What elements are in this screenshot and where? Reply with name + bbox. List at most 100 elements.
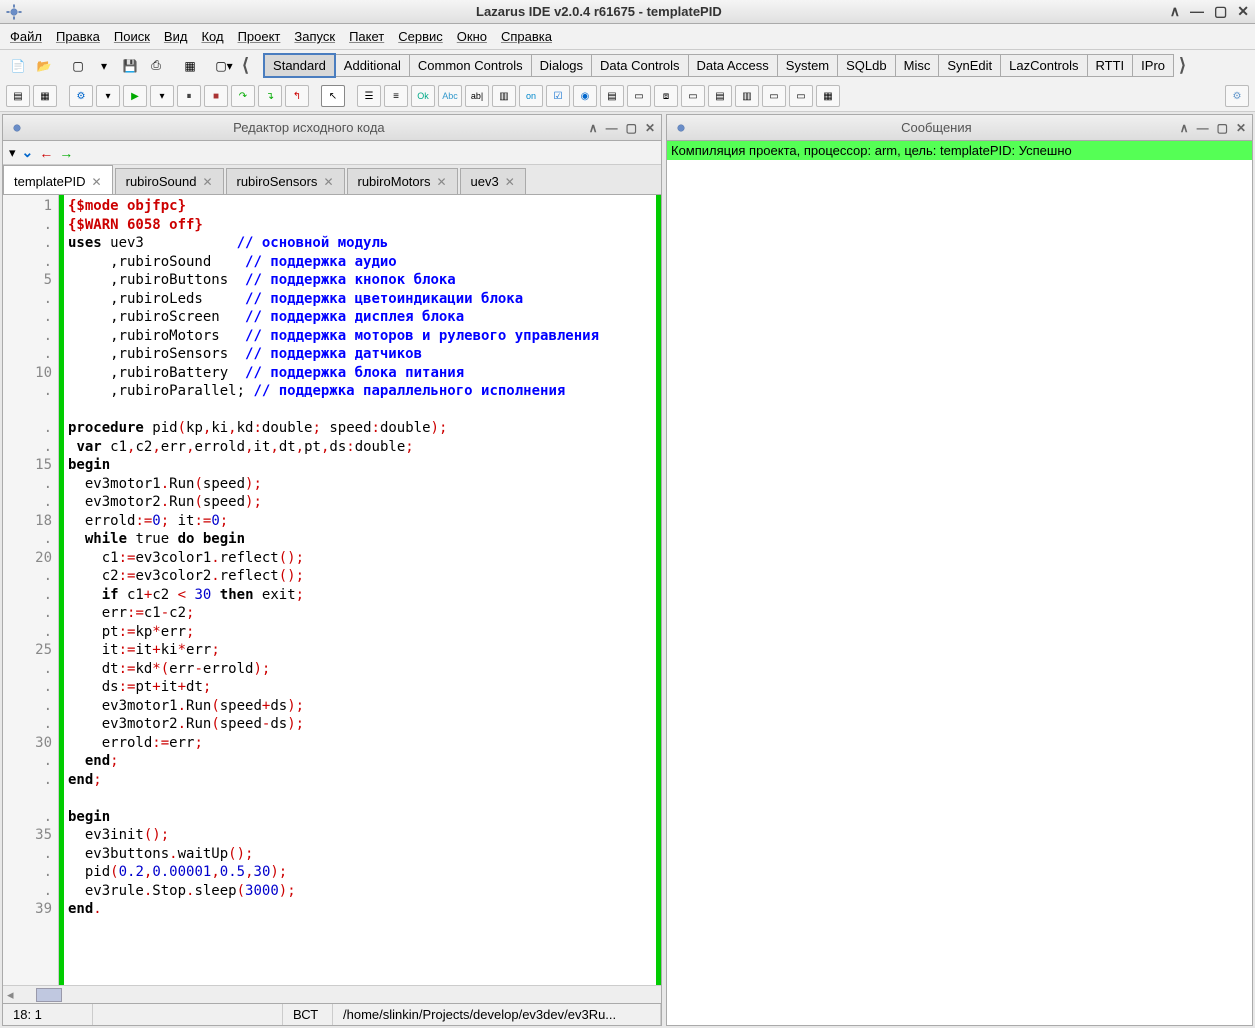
comp-checkbox[interactable]: ☑ [546,85,570,107]
menu-service[interactable]: Сервис [398,29,443,44]
ptab-rtti[interactable]: RTTI [1087,54,1134,77]
new-unit-button[interactable]: 📄 [6,55,30,77]
run-settings-icon[interactable]: ⚙ [69,85,93,107]
step-out-button[interactable]: ↰ [285,85,309,107]
comp-togglebox[interactable]: on [519,85,543,107]
ptab-dialogs[interactable]: Dialogs [531,54,592,77]
editor-maximize-icon[interactable]: ▢ [626,121,637,135]
comp-scrollbar[interactable]: ⧈ [654,85,678,107]
menu-window[interactable]: Окно [457,29,487,44]
run-drop-icon[interactable]: ▾ [96,85,120,107]
comp-label[interactable]: Abc [438,85,462,107]
view-units-icon[interactable]: ▤ [6,85,30,107]
ptab-dataaccess[interactable]: Data Access [688,54,778,77]
editor-minimize-icon[interactable]: — [606,121,618,135]
messages-close-icon[interactable]: ✕ [1236,121,1246,135]
nav-forward-button[interactable]: → [59,145,73,161]
tab-close-icon[interactable]: ✕ [505,175,515,189]
menu-file[interactable]: Файл [10,29,42,44]
code-text[interactable]: {$mode objfpc} {$WARN 6058 off} uses uev… [64,195,656,985]
ptab-system[interactable]: System [777,54,838,77]
nav-expand-icon[interactable]: ⌄ [22,144,34,161]
ptab-additional[interactable]: Additional [335,54,410,77]
comp-listbox[interactable]: ▤ [600,85,624,107]
menu-code[interactable]: Код [201,29,223,44]
open-drop-button[interactable]: ▾ [92,55,116,77]
palette-options-icon[interactable]: ⚙ [1225,85,1249,107]
messages-body[interactable]: Компиляция проекта, процессор: arm, цель… [667,141,1252,1025]
ptab-misc[interactable]: Misc [895,54,940,77]
run-button[interactable]: ▶ [123,85,147,107]
comp-radiobutton[interactable]: ◉ [573,85,597,107]
comp-checkgroup[interactable]: ▥ [735,85,759,107]
editor-close-icon[interactable]: ✕ [645,121,655,135]
messages-maximize-icon[interactable]: ▢ [1217,121,1228,135]
pause-button[interactable]: ⏸ [177,85,201,107]
code-area[interactable]: 1...5....10...15..18.20....25....30...35… [3,195,661,985]
ptab-synedit[interactable]: SynEdit [938,54,1001,77]
messages-minimize-icon[interactable]: — [1197,121,1209,135]
menu-view[interactable]: Вид [164,29,188,44]
editor-panel-icon [9,120,25,136]
save-button[interactable]: 💾 [118,55,142,77]
source-editor-panel: Редактор исходного кода ∧ — ▢ ✕ ▾ ⌄ ← → … [2,114,662,1026]
ptab-sqldb[interactable]: SQLdb [837,54,895,77]
comp-memo[interactable]: ▥ [492,85,516,107]
scroll-thumb[interactable] [36,988,62,1002]
editor-hscrollbar[interactable]: ◂ [3,985,661,1003]
tab-close-icon[interactable]: ✕ [323,175,333,189]
nav-menu-icon[interactable]: ▾ [9,145,16,161]
tab-rubiromotors[interactable]: rubiroMotors✕ [347,168,458,194]
tab-rubirosound[interactable]: rubiroSound✕ [115,168,224,194]
ptab-common[interactable]: Common Controls [409,54,532,77]
stop-button[interactable]: ■ [204,85,228,107]
ptab-datacontrols[interactable]: Data Controls [591,54,688,77]
scroll-left-icon[interactable]: ◂ [3,987,18,1003]
comp-frame[interactable]: ▭ [789,85,813,107]
minimize-button[interactable]: — [1190,3,1204,20]
ptab-standard[interactable]: Standard [263,53,336,78]
tab-rubirosensors[interactable]: rubiroSensors✕ [226,168,345,194]
comp-mainmenu[interactable]: ☰ [357,85,381,107]
comp-popupmenu[interactable]: ≡ [384,85,408,107]
menu-project[interactable]: Проект [238,29,281,44]
ptab-ipro[interactable]: IPro [1132,54,1174,77]
switch-form-button[interactable]: ▦ [178,55,202,77]
step-over-button[interactable]: ↷ [231,85,255,107]
tab-close-icon[interactable]: ✕ [436,175,446,189]
open-button[interactable]: 📂 [32,55,56,77]
menu-help[interactable]: Справка [501,29,552,44]
message-line[interactable]: Компиляция проекта, процессор: arm, цель… [667,141,1252,160]
comp-actionlist[interactable]: ▦ [816,85,840,107]
maximize-button[interactable]: ▢ [1214,3,1227,20]
new-form-button[interactable]: ▢ [66,55,90,77]
minimize-arrow-icon[interactable]: ∧ [1170,3,1180,20]
saveall-button[interactable]: ⎙ [144,55,168,77]
selection-tool[interactable]: ↖ [321,85,345,107]
menu-search[interactable]: Поиск [114,29,150,44]
view-forms-icon[interactable]: ▦ [33,85,57,107]
view-units-button[interactable]: ▢▾ [212,55,236,77]
comp-combobox[interactable]: ▭ [627,85,651,107]
tab-uev3[interactable]: uev3✕ [460,168,526,194]
comp-button[interactable]: Ok [411,85,435,107]
tab-close-icon[interactable]: ✕ [92,175,102,189]
tab-close-icon[interactable]: ✕ [202,175,212,189]
menu-package[interactable]: Пакет [349,29,384,44]
menu-edit[interactable]: Правка [56,29,100,44]
nav-back-button[interactable]: ← [39,145,53,161]
ptab-lazcontrols[interactable]: LazControls [1000,54,1087,77]
run-drop2-icon[interactable]: ▾ [150,85,174,107]
palette-next[interactable]: ⟩ [1175,55,1190,76]
messages-rollup-icon[interactable]: ∧ [1180,121,1189,135]
comp-edit[interactable]: ab| [465,85,489,107]
step-into-button[interactable]: ↴ [258,85,282,107]
close-button[interactable]: ✕ [1237,3,1249,20]
tab-templatepid[interactable]: templatePID✕ [3,165,113,194]
menu-run[interactable]: Запуск [294,29,335,44]
palette-prev[interactable]: ⟨ [238,55,253,76]
comp-groupbox[interactable]: ▭ [681,85,705,107]
comp-panel[interactable]: ▭ [762,85,786,107]
editor-rollup-icon[interactable]: ∧ [589,121,598,135]
comp-radiogroup[interactable]: ▤ [708,85,732,107]
